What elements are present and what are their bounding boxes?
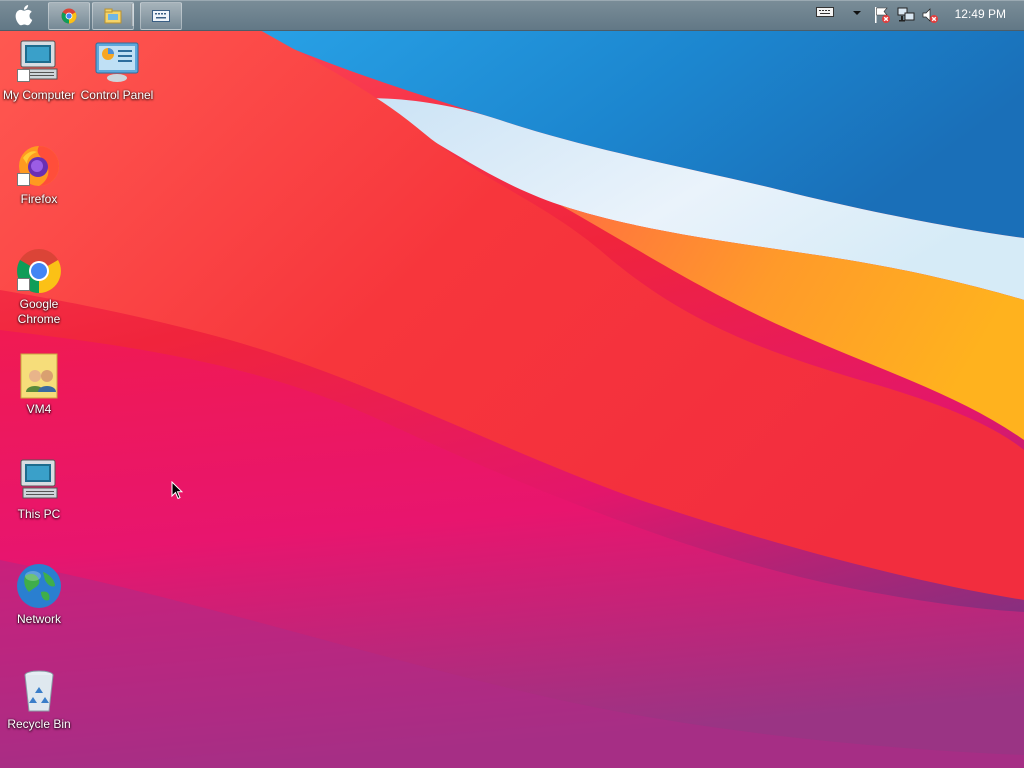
desktop-icon-control-panel[interactable]: Control Panel [78,38,156,103]
desktop-wallpaper [0,0,1024,768]
computer-icon [15,457,63,505]
network-icon[interactable] [897,6,915,24]
taskbar-clock[interactable]: 12:49 PM [955,7,1006,21]
chrome-icon [15,247,63,295]
desktop-icon-label: Firefox [20,192,58,206]
show-hidden-icons-chevron[interactable] [852,10,862,16]
mouse-cursor-icon [171,481,183,500]
taskbar-chrome-button[interactable] [48,2,90,30]
keyboard-icon [152,10,170,22]
shortcut-arrow-icon [17,278,30,291]
desktop-icon-google-chrome[interactable]: Google Chrome [0,247,78,327]
chrome-icon [61,8,77,24]
keyboard-layout-icon[interactable] [816,6,834,18]
user-folder-icon [15,352,63,400]
computer-icon [15,38,63,86]
taskbar: 12:49 PM [0,0,1024,31]
globe-icon [15,562,63,610]
shortcut-arrow-icon [17,69,30,82]
control-panel-icon [93,38,141,86]
desktop-icon-label: My Computer [2,88,76,102]
volume-muted-icon[interactable] [921,6,939,24]
desktop-icon-network[interactable]: Network [0,562,78,627]
desktop-icon-recycle-bin[interactable]: Recycle Bin [0,667,78,732]
desktop-icon-label: Google Chrome [17,297,61,326]
desktop-icon-label: This PC [17,507,61,521]
taskbar-separator [131,4,134,26]
taskbar-file-explorer-button[interactable] [92,2,134,30]
recycle-bin-icon [15,667,63,715]
desktop-icon-vm4[interactable]: VM4 [0,352,78,417]
shortcut-arrow-icon [17,173,30,186]
desktop-icon-label: Recycle Bin [7,717,71,731]
desktop-icon-label: VM4 [26,402,52,416]
apple-logo-icon [15,5,33,26]
desktop-icon-firefox[interactable]: Firefox [0,142,78,207]
firefox-icon [15,142,63,190]
desktop-icon-my-computer[interactable]: My Computer [0,38,78,103]
start-button[interactable] [8,2,42,28]
taskbar-keyboard-button[interactable] [140,2,182,30]
desktop-icon-this-pc[interactable]: This PC [0,457,78,522]
file-explorer-icon [104,8,122,24]
desktop-icon-label: Network [16,612,61,626]
action-center-flag-icon[interactable] [873,6,891,24]
desktop-icon-label: Control Panel [80,88,154,102]
